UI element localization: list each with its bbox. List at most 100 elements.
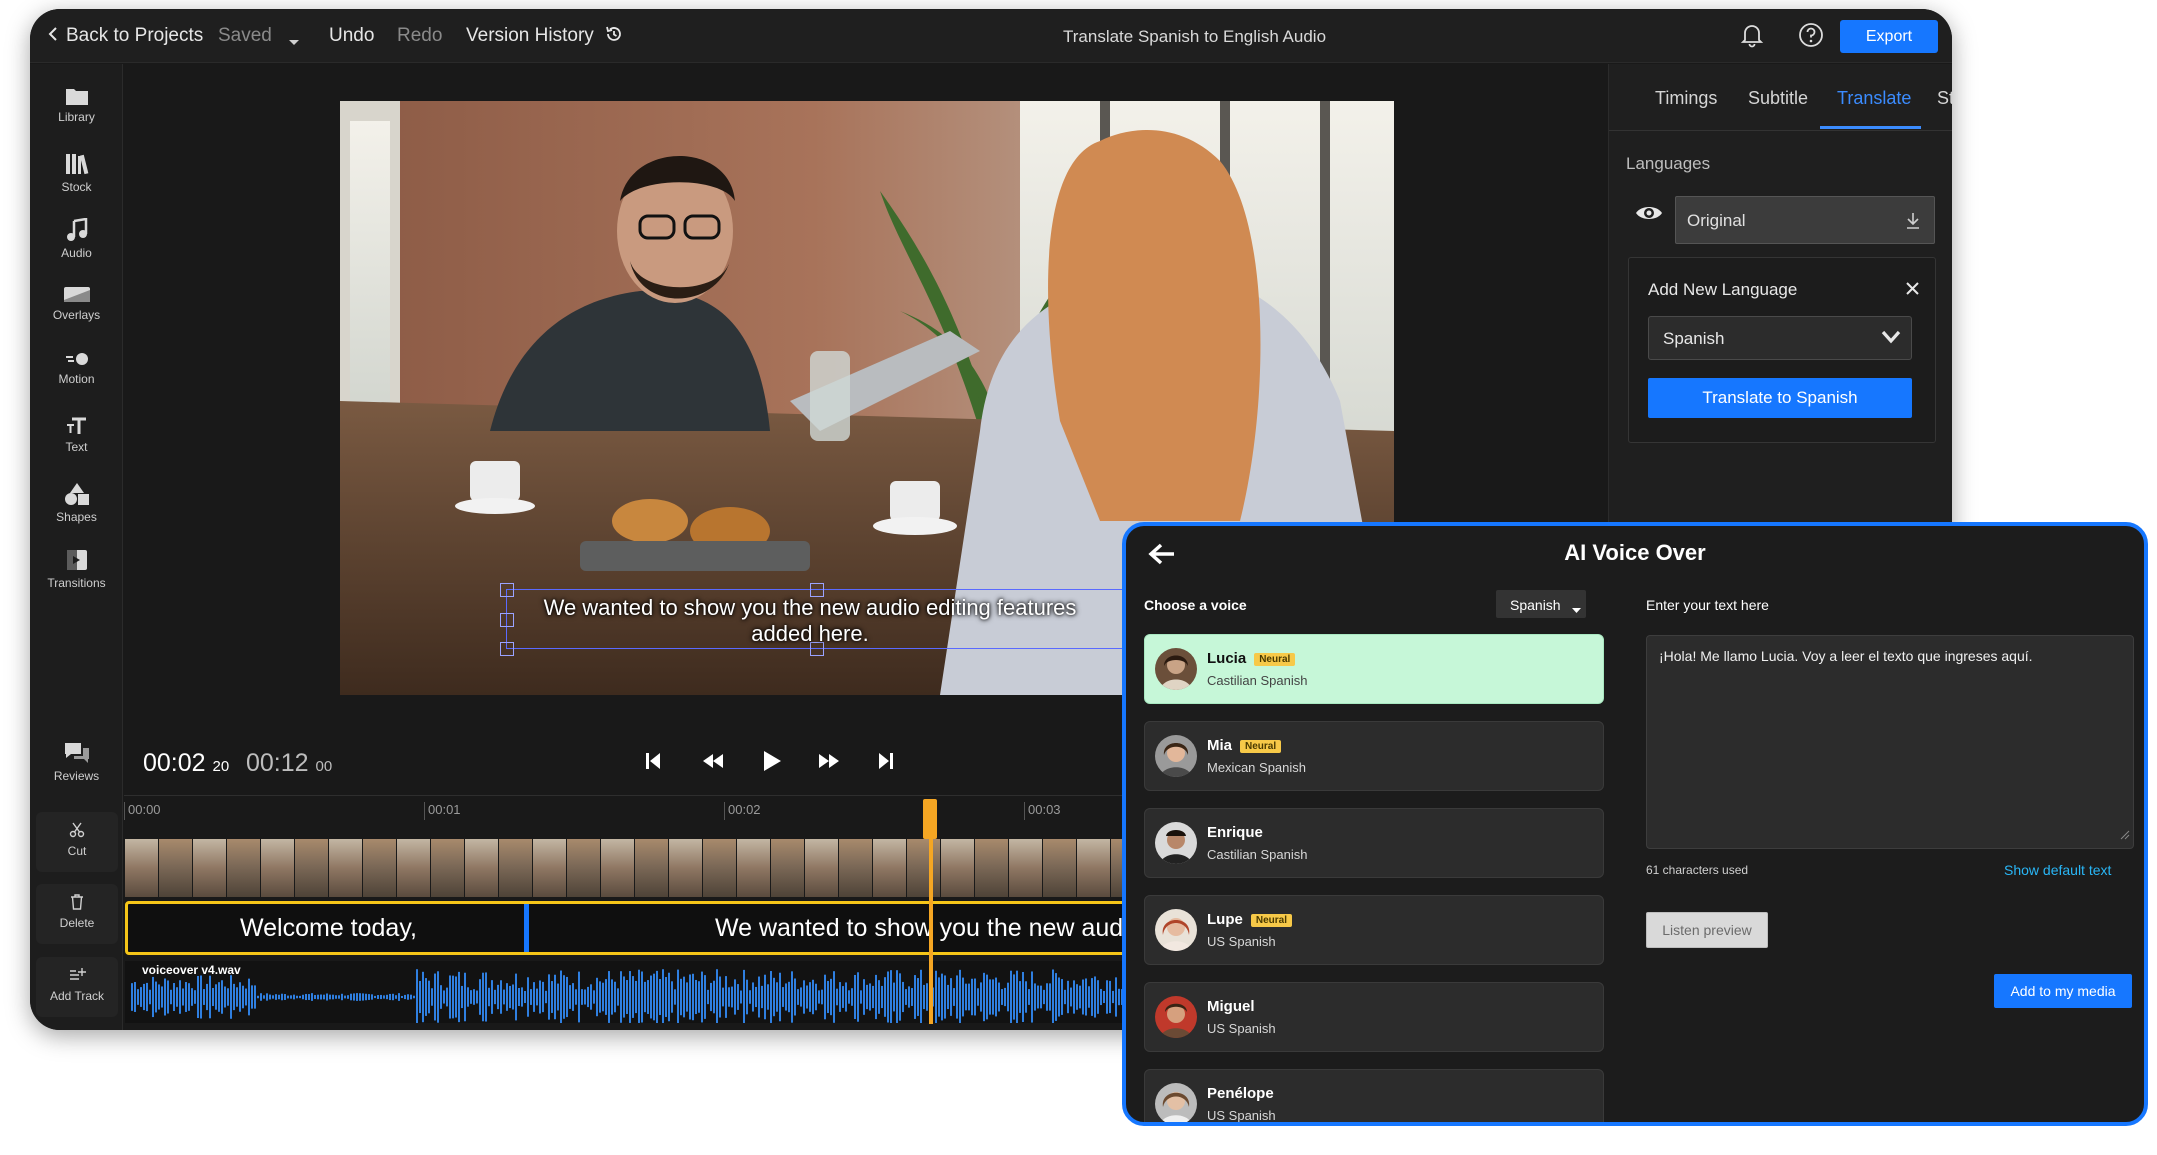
version-history-button[interactable]: Version History xyxy=(466,25,623,49)
cut-tool-button[interactable]: Cut xyxy=(36,812,118,872)
sidebar-item-label: Reviews xyxy=(53,769,100,783)
help-icon[interactable] xyxy=(1798,22,1824,54)
waveform-bar xyxy=(437,971,439,1023)
avatar xyxy=(1155,822,1197,864)
tab-divider xyxy=(1609,130,1952,131)
waveform-bar xyxy=(779,972,781,1022)
undo-button[interactable]: Undo xyxy=(329,25,374,47)
waveform-bar xyxy=(335,995,337,999)
voice-card[interactable]: Miguel US Spanish xyxy=(1144,982,1604,1052)
redo-button[interactable]: Redo xyxy=(397,25,442,47)
waveform-bar xyxy=(224,986,226,1008)
waveform-bar xyxy=(602,982,604,1012)
language-select[interactable]: Spanish xyxy=(1648,316,1912,360)
waveform-bar xyxy=(425,978,427,1016)
tab-translate[interactable]: Translate xyxy=(1837,88,1911,109)
original-language-field[interactable]: Original xyxy=(1675,196,1935,244)
waveform-bar xyxy=(152,976,154,1018)
delete-tool-button[interactable]: Delete xyxy=(36,884,118,944)
back-to-projects-button[interactable]: Back to Projects xyxy=(48,25,203,47)
version-history-label: Version History xyxy=(466,25,594,46)
project-title: Translate Spanish to English Audio xyxy=(1063,27,1327,46)
waveform-bar xyxy=(134,982,136,1012)
translate-button[interactable]: Translate to Spanish xyxy=(1648,378,1912,418)
voice-name: Miguel xyxy=(1207,998,1255,1015)
sidebar-item-overlays[interactable]: Overlays xyxy=(30,284,123,322)
waveform-bar xyxy=(581,989,583,1005)
sidebar-item-motion[interactable]: Motion xyxy=(30,350,123,386)
waveform-bar xyxy=(329,994,331,1000)
voice-card[interactable]: Enrique Castilian Spanish xyxy=(1144,808,1604,878)
rewind-icon[interactable] xyxy=(702,753,724,774)
filmstrip-frame xyxy=(261,839,295,897)
sidebar-item-reviews[interactable]: Reviews xyxy=(30,741,123,783)
caption-divider[interactable] xyxy=(524,904,529,952)
skip-end-icon[interactable] xyxy=(878,752,894,775)
waveform-bar xyxy=(647,980,649,1014)
listen-preview-button[interactable]: Listen preview xyxy=(1646,912,1768,948)
sidebar-item-shapes[interactable]: Shapes xyxy=(30,482,123,524)
tab-timings[interactable]: Timings xyxy=(1655,88,1717,109)
waveform-bar xyxy=(1067,980,1069,1014)
waveform-bar xyxy=(203,989,205,1005)
tool-label: Delete xyxy=(59,916,95,930)
caret-down-icon[interactable] xyxy=(288,31,300,53)
waveform-bar xyxy=(356,993,358,1001)
waveform-bar xyxy=(617,988,619,1006)
waveform-bar xyxy=(380,994,382,1000)
video-subtitle-text[interactable]: We wanted to show you the new audio edit… xyxy=(510,595,1110,647)
tab-style[interactable]: Style xyxy=(1937,88,1952,109)
waveform-bar xyxy=(188,983,190,1011)
waveform-bar xyxy=(713,980,715,1014)
waveform-bar xyxy=(545,990,547,1004)
waveform-bar xyxy=(710,982,712,1012)
voice-name-text: Lupe xyxy=(1207,911,1243,928)
captions-track[interactable]: Welcome today, We wanted to show you the… xyxy=(125,901,1175,955)
waveform-bar xyxy=(944,975,946,1019)
waveform-bar xyxy=(548,974,550,1020)
close-icon[interactable] xyxy=(1906,282,1919,300)
play-icon[interactable] xyxy=(762,750,782,777)
caption-clip[interactable]: Welcome today, xyxy=(240,914,417,943)
motion-icon xyxy=(30,350,123,368)
playhead-handle[interactable] xyxy=(923,799,937,839)
video-track-filmstrip[interactable] xyxy=(125,839,1155,897)
sidebar-item-text[interactable]: Text xyxy=(30,416,123,454)
eye-icon[interactable] xyxy=(1635,204,1663,227)
trash-icon xyxy=(36,894,118,910)
voice-card[interactable]: Mia Neural Mexican Spanish xyxy=(1144,721,1604,791)
voice-card[interactable]: Penélope US Spanish xyxy=(1144,1069,1604,1122)
waveform-bar xyxy=(665,977,667,1017)
sidebar-item-transitions[interactable]: Transitions xyxy=(30,548,123,590)
neural-badge: Neural xyxy=(1254,652,1296,666)
waveform-bar xyxy=(725,976,727,1018)
add-track-button[interactable]: Add Track xyxy=(36,957,118,1017)
tab-subtitle[interactable]: Subtitle xyxy=(1748,88,1808,109)
sidebar-item-library[interactable]: Library xyxy=(30,86,123,124)
show-default-text-link[interactable]: Show default text xyxy=(2004,862,2111,878)
waveform-bar xyxy=(353,993,355,1001)
waveform-bar xyxy=(995,977,997,1017)
skip-start-icon[interactable] xyxy=(645,752,661,775)
add-to-media-button[interactable]: Add to my media xyxy=(1994,974,2132,1008)
waveform-bar xyxy=(317,994,319,1000)
voice-language-dropdown[interactable]: Spanish xyxy=(1496,590,1586,618)
sidebar-item-stock[interactable]: Stock xyxy=(30,152,123,194)
waveform-bar xyxy=(743,969,745,1023)
waveform-bar xyxy=(1094,976,1096,1018)
export-button[interactable]: Export xyxy=(1840,20,1938,53)
fast-forward-icon[interactable] xyxy=(818,753,840,774)
voice-card[interactable]: Lucia Neural Castilian Spanish xyxy=(1144,634,1604,704)
filmstrip-frame xyxy=(227,839,261,897)
download-icon[interactable] xyxy=(1906,212,1920,235)
filmstrip-frame xyxy=(363,839,397,897)
audio-track[interactable]: voiceover v4.wav xyxy=(125,961,1175,1023)
resize-grip-icon[interactable] xyxy=(2120,827,2130,845)
character-count: 61 characters used xyxy=(1646,863,1749,877)
waveform-bar xyxy=(977,988,979,1006)
bell-icon[interactable] xyxy=(1740,22,1764,54)
voice-card[interactable]: Lupe Neural US Spanish xyxy=(1144,895,1604,965)
sidebar-item-audio[interactable]: Audio xyxy=(30,218,123,260)
waveform-bar xyxy=(611,979,613,1015)
voice-text-input[interactable]: ¡Hola! Me llamo Lucia. Voy a leer el tex… xyxy=(1646,635,2134,849)
